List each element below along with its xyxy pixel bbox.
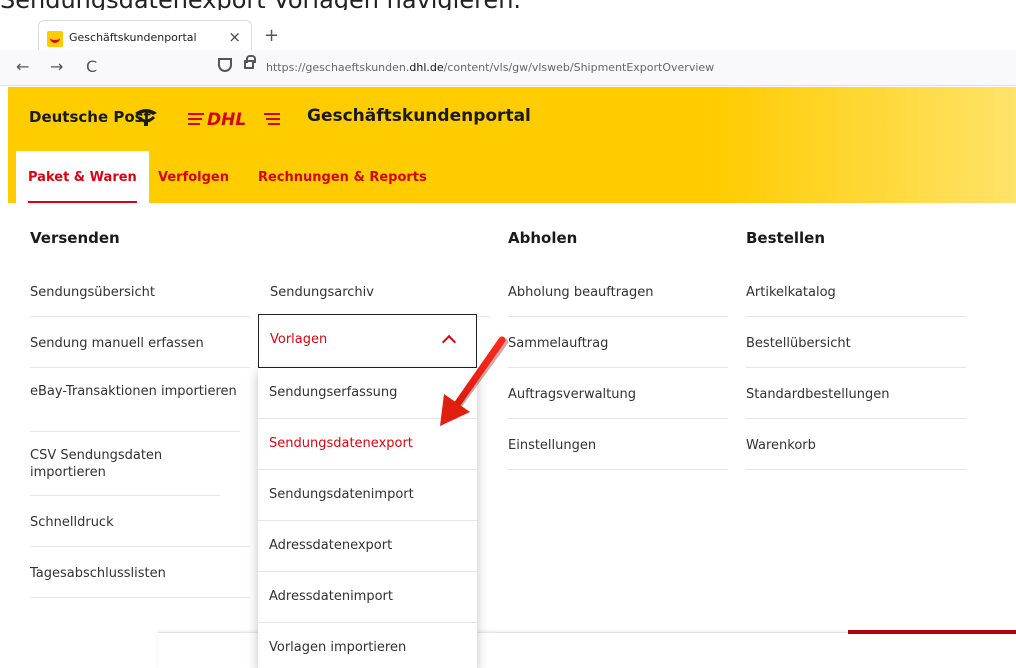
forward-icon[interactable]: → bbox=[50, 57, 63, 76]
tab-paket-waren-label: Paket & Waren bbox=[28, 170, 137, 185]
menu-item-ebay-import[interactable]: eBay-Transaktionen importieren bbox=[30, 368, 240, 432]
reload-icon[interactable]: C bbox=[86, 57, 97, 76]
menu-item-sendungsarchiv[interactable]: Sendungsarchiv bbox=[270, 266, 490, 317]
lock-icon[interactable] bbox=[244, 55, 256, 69]
post-horn-icon bbox=[135, 109, 157, 126]
new-tab-button[interactable]: + bbox=[264, 25, 279, 46]
dhl-logo-text: DHL bbox=[207, 110, 246, 127]
tab-title: Geschäftskundenportal bbox=[69, 31, 197, 44]
url-path: /content/vls/gw/vlsweb/ShipmentExportOve… bbox=[443, 61, 715, 74]
menu-item-einstellungen[interactable]: Einstellungen bbox=[508, 419, 728, 470]
menu-item-artikelkatalog[interactable]: Artikelkatalog bbox=[746, 266, 966, 317]
portal-title: Geschäftskundenportal bbox=[307, 106, 531, 126]
menu-item-auftragsverwaltung[interactable]: Auftragsverwaltung bbox=[508, 368, 728, 419]
dhl-logo: DHL bbox=[188, 110, 280, 127]
annotation-arrow-icon bbox=[440, 336, 508, 426]
url-prefix: https://geschaeftskunden. bbox=[266, 61, 410, 74]
menu-item-bestelluebersicht[interactable]: Bestellübersicht bbox=[746, 317, 966, 368]
menu-item-tagesabschlusslisten[interactable]: Tagesabschlusslisten bbox=[30, 547, 250, 598]
url-domain: dhl.de bbox=[409, 61, 444, 74]
address-bar[interactable]: https://geschaeftskunden.dhl.de/content/… bbox=[266, 61, 714, 74]
vorlagen-label: Vorlagen bbox=[270, 332, 328, 347]
close-tab-icon[interactable]: × bbox=[228, 28, 241, 46]
menu-item-sendungsuebersicht[interactable]: Sendungsübersicht bbox=[30, 266, 250, 317]
dropdown-item-adressdatenimport[interactable]: Adressdatenimport bbox=[258, 572, 477, 623]
browser-tabstrip: Geschäftskundenportal × + bbox=[0, 10, 1016, 56]
red-accent-bar bbox=[848, 630, 1016, 634]
tab-rechnungen-reports[interactable]: Rechnungen & Reports bbox=[246, 151, 439, 203]
back-icon[interactable]: ← bbox=[16, 57, 29, 76]
heading-abholen: Abholen bbox=[508, 229, 578, 247]
heading-versenden: Versenden bbox=[30, 229, 120, 247]
tab-paket-waren[interactable]: Paket & Waren bbox=[16, 151, 149, 203]
dropdown-item-vorlagen-importieren[interactable]: Vorlagen importieren bbox=[258, 623, 477, 668]
dhl-favicon-icon bbox=[47, 31, 63, 47]
menu-item-standardbestellungen[interactable]: Standardbestellungen bbox=[746, 368, 966, 419]
portal-header: Deutsche Post DHL Geschäftskundenportal … bbox=[8, 87, 1016, 203]
menu-item-sammelauftrag[interactable]: Sammelauftrag bbox=[508, 317, 728, 368]
dropdown-item-sendungsdatenimport[interactable]: Sendungsdatenimport bbox=[258, 470, 477, 521]
browser-navbar: ← → C https://geschaeftskunden.dhl.de/co… bbox=[0, 50, 1016, 86]
tab-verfolgen[interactable]: Verfolgen bbox=[146, 151, 241, 203]
dropdown-item-adressdatenexport[interactable]: Adressdatenexport bbox=[258, 521, 477, 572]
tracking-protection-icon[interactable] bbox=[218, 58, 232, 72]
menu-item-csv-import[interactable]: CSV Sendungsdaten importieren bbox=[30, 432, 220, 496]
tab-rechnungen-reports-label: Rechnungen & Reports bbox=[258, 170, 427, 185]
menu-item-schnelldruck[interactable]: Schnelldruck bbox=[30, 496, 250, 547]
tab-verfolgen-label: Verfolgen bbox=[158, 170, 229, 185]
menu-item-warenkorb[interactable]: Warenkorb bbox=[746, 419, 966, 470]
menu-item-sendung-manuell[interactable]: Sendung manuell erfassen bbox=[30, 317, 250, 368]
menu-item-abholung-beauftragen[interactable]: Abholung beauftragen bbox=[508, 266, 728, 317]
heading-bestellen: Bestellen bbox=[746, 229, 826, 247]
